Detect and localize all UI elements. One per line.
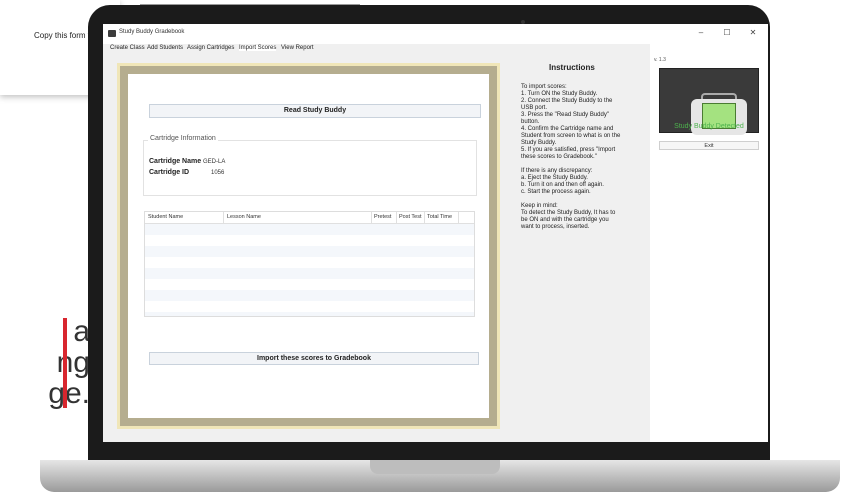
- cartridge-name-label: Cartridge Name: [149, 158, 202, 165]
- background-big-line: a: [73, 315, 90, 348]
- background-copy-text: Copy this form to: [34, 31, 95, 40]
- background-big-line: ng: [56, 346, 90, 379]
- import-panel: Read Study Buddy Cartridge Information C…: [128, 74, 489, 418]
- column-header: Post Test: [399, 214, 422, 220]
- table-header-row: Student Name Lesson Name Pretest Post Te…: [145, 212, 474, 224]
- title-bar: Study Buddy Gradebook – ☐ ✕: [103, 24, 768, 44]
- table-row[interactable]: [145, 246, 474, 257]
- cartridge-id-label: Cartridge ID: [149, 169, 190, 176]
- app-icon: [108, 30, 116, 37]
- window-title: Study Buddy Gradebook: [119, 29, 185, 35]
- app-window: Study Buddy Gradebook – ☐ ✕ Create Class…: [103, 24, 768, 442]
- column-header: Total Time: [427, 214, 453, 220]
- column-divider: [371, 212, 372, 223]
- table-row[interactable]: [145, 290, 474, 301]
- menu-assign-cartridges[interactable]: Assign Cartridges: [187, 45, 234, 51]
- right-panel: v. 1.3 Study Buddy Detected Exit: [650, 44, 768, 442]
- accent-bar: [63, 318, 67, 408]
- instructions-text: To import scores: 1. Turn ON the Study B…: [521, 84, 621, 230]
- scores-table: Student Name Lesson Name Pretest Post Te…: [144, 211, 475, 317]
- cartridge-name-value: GED-LA: [203, 159, 226, 165]
- table-row[interactable]: [145, 268, 474, 279]
- read-study-buddy-button[interactable]: Read Study Buddy: [149, 104, 481, 118]
- column-divider: [424, 212, 425, 223]
- column-header: Student Name: [148, 214, 184, 220]
- menu-create-class[interactable]: Create Class: [110, 45, 145, 51]
- menu-import-scores[interactable]: Import Scores: [239, 45, 277, 51]
- close-button[interactable]: ✕: [743, 26, 763, 40]
- device-status-panel: Study Buddy Detected: [659, 68, 759, 135]
- exit-button[interactable]: Exit: [659, 141, 759, 150]
- background-big-text: a ng ge.: [0, 316, 90, 409]
- table-row[interactable]: [145, 312, 474, 316]
- menu-add-students[interactable]: Add Students: [147, 45, 183, 51]
- import-scores-button[interactable]: Import these scores to Gradebook: [149, 352, 479, 365]
- minimize-button[interactable]: –: [691, 26, 711, 40]
- import-frame: Read Study Buddy Cartridge Information C…: [117, 63, 500, 429]
- maximize-button[interactable]: ☐: [717, 26, 737, 40]
- column-header: Lesson Name: [227, 214, 261, 220]
- column-divider: [223, 212, 224, 223]
- laptop-notch: [370, 460, 500, 474]
- column-divider: [396, 212, 397, 223]
- cartridge-info-heading: Cartridge Information: [148, 135, 218, 142]
- version-label: v. 1.3: [654, 57, 666, 63]
- column-header: Pretest: [374, 214, 392, 220]
- menu-view-report[interactable]: View Report: [281, 45, 314, 51]
- instructions-title: Instructions: [549, 63, 595, 72]
- device-status-label: Study Buddy Detected: [674, 123, 744, 130]
- cartridge-info-box: [143, 140, 477, 196]
- background-big-line: ge.: [48, 377, 90, 410]
- column-divider: [458, 212, 459, 223]
- cartridge-id-value: 1056: [211, 170, 225, 176]
- table-row[interactable]: [145, 224, 474, 235]
